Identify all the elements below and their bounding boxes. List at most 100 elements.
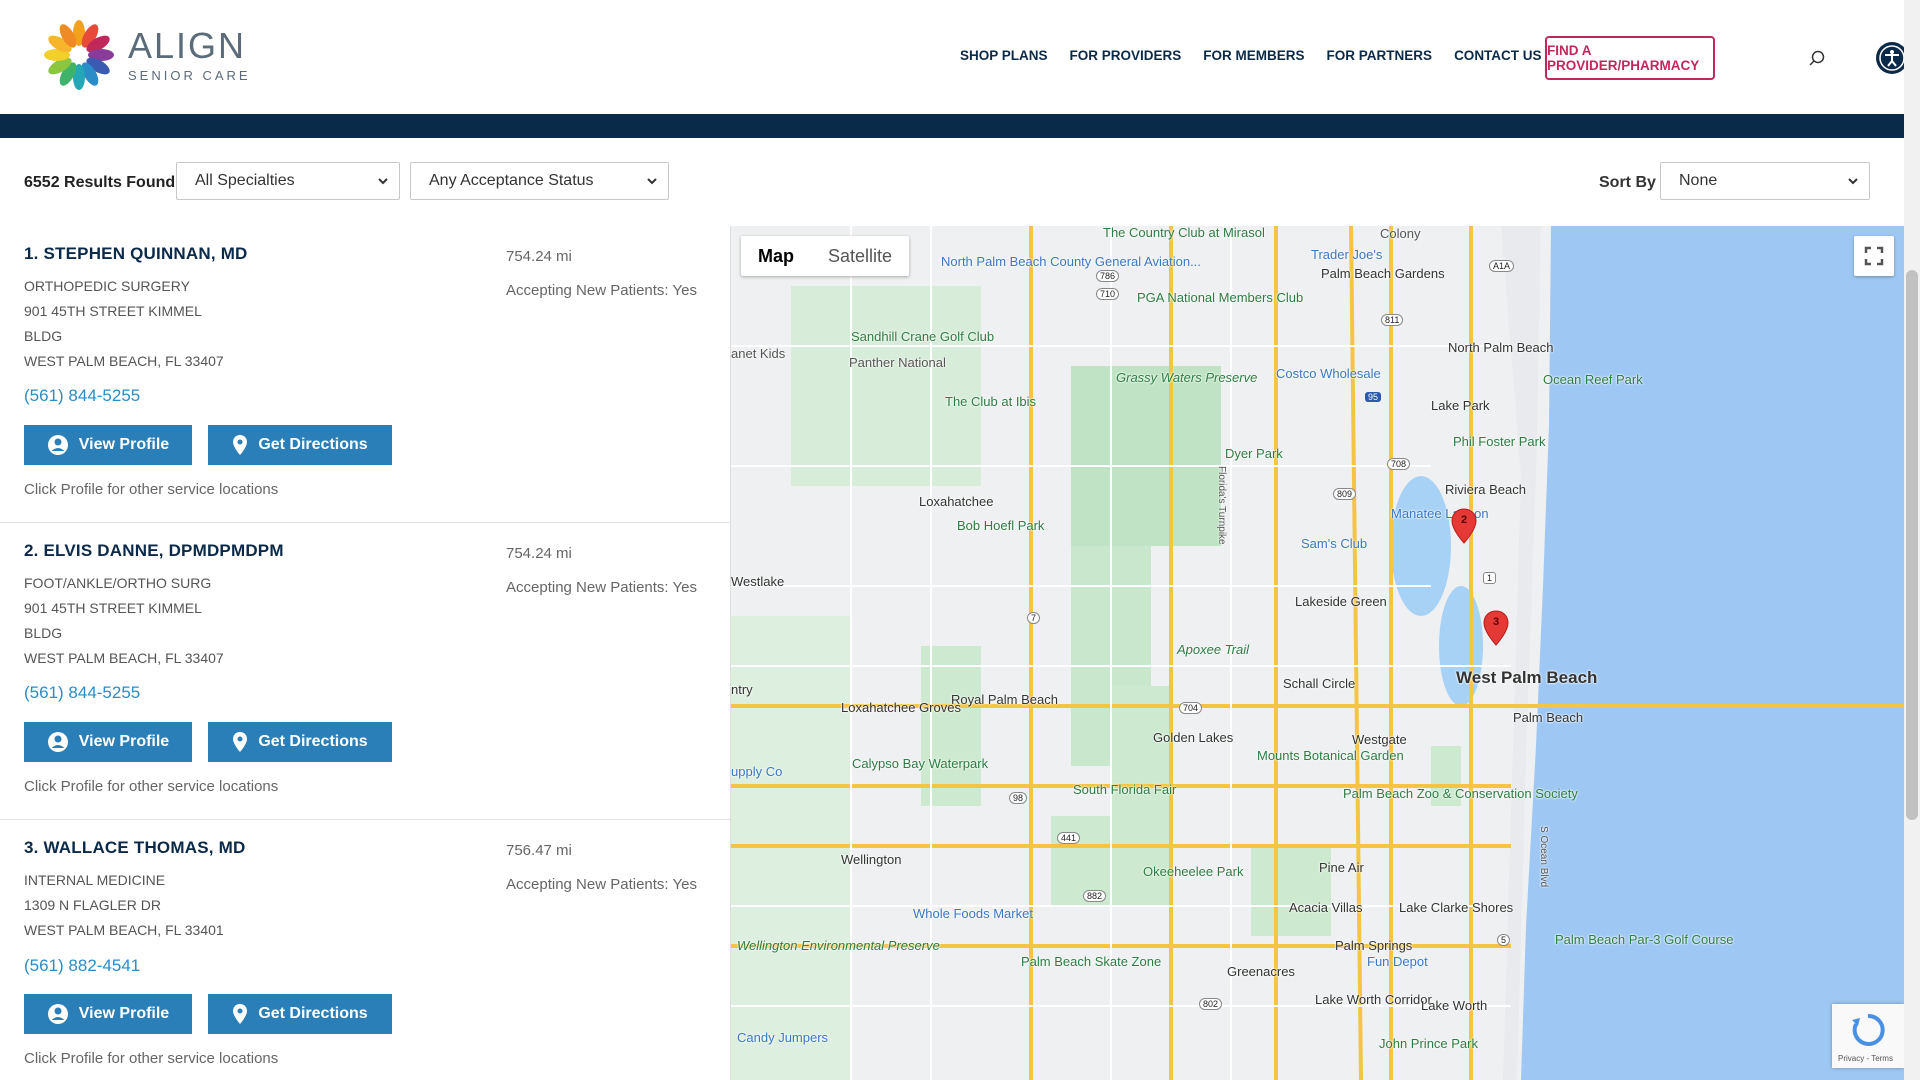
map-label: Loxahatchee — [919, 494, 994, 509]
provider-card: 2. ELVIS DANNE, DPMDPMDPM FOOT/ANKLE/ORT… — [0, 523, 730, 820]
get-directions-button[interactable]: Get Directions — [208, 722, 392, 762]
map-tab[interactable]: Map — [741, 236, 811, 276]
map-label: Costco Wholesale — [1276, 366, 1381, 381]
get-directions-label: Get Directions — [258, 733, 368, 750]
recaptcha-links[interactable]: Privacy - Terms — [1838, 1054, 1893, 1063]
map-label: West Palm Beach — [1456, 668, 1598, 687]
get-directions-button[interactable]: Get Directions — [208, 994, 392, 1034]
provider-name[interactable]: 3. WALLACE THOMAS, MD — [24, 838, 245, 858]
map-label: Palm Beach — [1513, 710, 1584, 725]
map-label: Whole Foods Market — [913, 906, 1033, 921]
map-label: Acacia Villas — [1289, 900, 1363, 915]
align-flower-icon — [44, 20, 114, 90]
road-shield: 704 — [1179, 702, 1203, 714]
specialty-select[interactable]: All Specialties — [176, 162, 400, 200]
satellite-tab[interactable]: Satellite — [811, 236, 909, 276]
map-label: Golden Lakes — [1153, 730, 1234, 745]
road-shield: 98 — [1009, 792, 1028, 804]
map-label: Grassy Waters Preserve — [1116, 370, 1258, 385]
road-shield: 809 — [1333, 488, 1357, 500]
road-shield: 1 — [1483, 572, 1497, 584]
nav-for-partners[interactable]: FOR PARTNERS — [1327, 48, 1433, 63]
map-label: Candy Jumpers — [737, 1030, 829, 1045]
provider-map[interactable]: Map Satellite The Country Club at Miraso… — [731, 226, 1904, 1080]
recaptcha-badge[interactable]: Privacy - Terms — [1832, 1004, 1904, 1068]
provider-list: 1. STEPHEN QUINNAN, MD ORTHOPEDIC SURGER… — [0, 226, 731, 1080]
provider-address-line1: 901 45TH STREET KIMMEL — [24, 303, 202, 319]
scrollbar-thumb[interactable] — [1906, 270, 1918, 820]
map-label: John Prince Park — [1379, 1036, 1478, 1051]
header-band — [0, 114, 1904, 138]
map-label: Palm Beach Gardens — [1321, 266, 1445, 281]
provider-accepting: Accepting New Patients: Yes — [506, 579, 697, 596]
map-marker[interactable]: 2 — [1451, 508, 1477, 549]
brand-name: ALIGN — [128, 24, 247, 66]
provider-details: INTERNAL MEDICINE 1309 N FLAGLER DR WEST… — [24, 868, 284, 943]
search-icon[interactable] — [1808, 50, 1826, 68]
provider-distance: 756.47 mi — [506, 842, 572, 859]
map-label: Westgate — [1352, 732, 1407, 747]
view-profile-label: View Profile — [78, 436, 170, 453]
provider-specialty: ORTHOPEDIC SURGERY — [24, 278, 190, 294]
brand-subtitle: SENIOR CARE — [128, 67, 251, 83]
map-label: Calypso Bay Waterpark — [852, 756, 989, 771]
road-shield: 95 — [1365, 392, 1382, 402]
location-pin-icon — [233, 435, 248, 455]
map-label: Colony — [1380, 226, 1421, 241]
get-directions-button[interactable]: Get Directions — [208, 425, 392, 465]
nav-for-providers[interactable]: FOR PROVIDERS — [1070, 48, 1182, 63]
recaptcha-icon — [1852, 1013, 1885, 1046]
nav-contact-us[interactable]: CONTACT US — [1454, 48, 1542, 63]
provider-name[interactable]: 2. ELVIS DANNE, DPMDPMDPM — [24, 541, 284, 561]
map-label: Lake Park — [1431, 398, 1490, 413]
map-label: Schall Circle — [1283, 676, 1356, 691]
provider-city: WEST PALM BEACH, FL 33407 — [24, 353, 224, 369]
nav-shop-plans[interactable]: SHOP PLANS — [960, 48, 1048, 63]
get-directions-label: Get Directions — [258, 436, 368, 453]
map-marker[interactable]: 3 — [1483, 610, 1509, 651]
map-label: Greenacres — [1227, 964, 1295, 979]
map-label: Lake Worth Corridor — [1315, 992, 1432, 1007]
acceptance-select[interactable]: Any Acceptance Status — [410, 162, 669, 200]
map-label: Pine Air — [1319, 860, 1364, 875]
map-label: upply Co — [731, 764, 783, 779]
provider-card: 1. STEPHEN QUINNAN, MD ORTHOPEDIC SURGER… — [0, 226, 730, 523]
align-logo[interactable]: ALIGN SENIOR CARE — [42, 18, 251, 92]
map-label: North Palm Beach County General Aviation… — [941, 254, 1201, 269]
map-label: Mounts Botanical Garden — [1257, 748, 1404, 763]
map-type-toggle: Map Satellite — [741, 236, 910, 276]
view-profile-button[interactable]: View Profile — [24, 425, 192, 465]
map-label: Panther National — [849, 355, 946, 370]
provider-address-line1: 1309 N FLAGLER DR — [24, 897, 161, 913]
map-label: Wellington Environmental Preserve — [737, 938, 940, 953]
provider-accepting: Accepting New Patients: Yes — [506, 282, 697, 299]
provider-phone[interactable]: (561) 844-5255 — [24, 683, 140, 703]
map-label: Dyer Park — [1225, 446, 1283, 461]
road-shield: 7 — [1027, 612, 1041, 624]
road-shield: 708 — [1387, 458, 1411, 470]
road-shield: A1A — [1489, 260, 1515, 272]
find-provider-button[interactable]: FIND A PROVIDER/PHARMACY — [1545, 36, 1715, 80]
map-label: PGA National Members Club — [1137, 290, 1304, 305]
map-label: Lake Clarke Shores — [1399, 900, 1514, 915]
map-label: Bob Hoefl Park — [957, 518, 1045, 533]
fullscreen-button[interactable] — [1854, 236, 1894, 276]
filter-bar: 6552 Results Found All Specialties Any A… — [0, 138, 1904, 226]
user-icon — [47, 732, 68, 752]
sort-select[interactable]: None — [1660, 162, 1870, 200]
provider-accepting: Accepting New Patients: Yes — [506, 876, 697, 893]
marker-number: 2 — [1460, 514, 1468, 526]
map-label: Sam's Club — [1301, 536, 1368, 551]
nav-for-members[interactable]: FOR MEMBERS — [1203, 48, 1304, 63]
map-label: Palm Beach Skate Zone — [1021, 954, 1162, 969]
provider-phone[interactable]: (561) 882-4541 — [24, 956, 140, 976]
view-profile-button[interactable]: View Profile — [24, 994, 192, 1034]
view-profile-button[interactable]: View Profile — [24, 722, 192, 762]
map-label: Palm Beach Par-3 Golf Course — [1555, 932, 1734, 947]
user-icon — [47, 435, 68, 455]
main-nav: SHOP PLANS FOR PROVIDERS FOR MEMBERS FOR… — [960, 48, 1564, 63]
map-label: The Country Club at Mirasol — [1103, 226, 1265, 240]
map-label: Wellington — [841, 852, 902, 867]
provider-phone[interactable]: (561) 844-5255 — [24, 386, 140, 406]
provider-name[interactable]: 1. STEPHEN QUINNAN, MD — [24, 244, 248, 264]
